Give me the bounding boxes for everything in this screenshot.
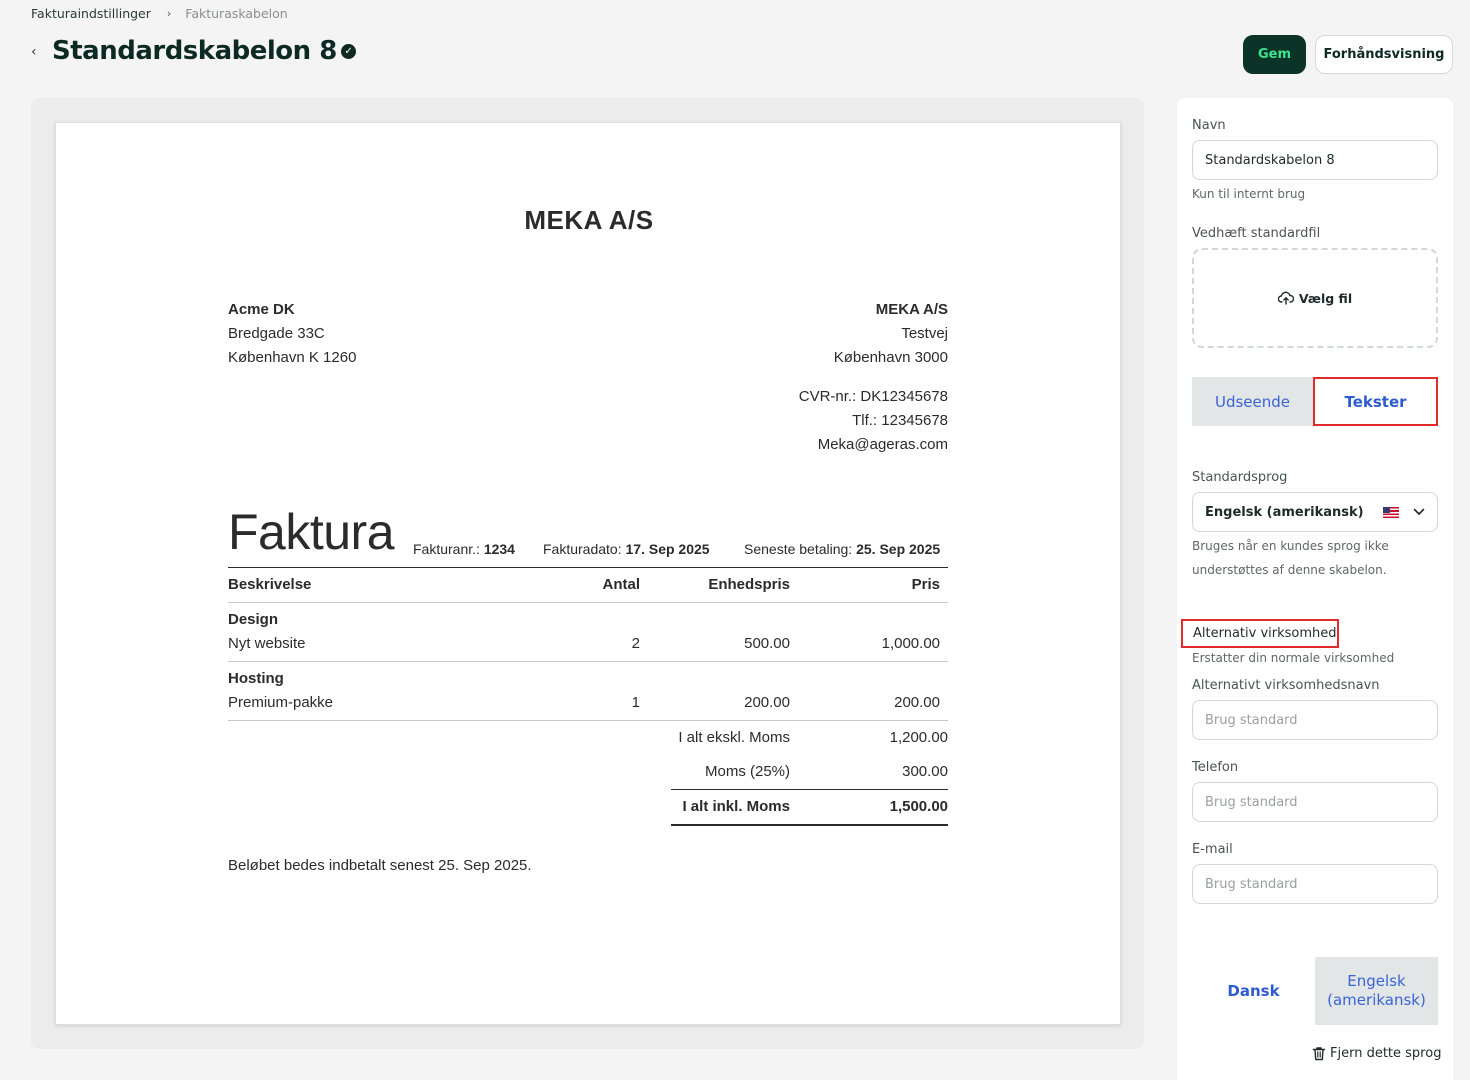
- language-select[interactable]: Engelsk (amerikansk): [1192, 492, 1438, 532]
- remove-language-label: Fjern dette sprog: [1330, 1046, 1442, 1061]
- column-header-description: Beskrivelse: [228, 576, 312, 593]
- language-select-value: Engelsk (amerikansk): [1205, 504, 1364, 520]
- tab-appearance[interactable]: Udseende: [1192, 377, 1313, 426]
- tab-group: Udseende Tekster: [1192, 377, 1438, 426]
- divider: [228, 602, 948, 603]
- subtotal-label: I alt ekskl. Moms: [678, 729, 790, 746]
- email-label: E-mail: [1192, 842, 1233, 857]
- customer-street: Bredgade 33C: [228, 325, 325, 342]
- sender-email: Meka@ageras.com: [817, 436, 948, 453]
- sender-city: København 3000: [833, 349, 948, 366]
- customer-name: Acme DK: [228, 301, 295, 318]
- line-group: Hosting: [228, 670, 284, 687]
- column-header-qty: Antal: [602, 576, 641, 593]
- phone-label: Telefon: [1192, 760, 1239, 775]
- invoice-due-value: 25. Sep 2025: [856, 541, 941, 557]
- preview-button[interactable]: Forhåndsvisning: [1315, 35, 1453, 74]
- breadcrumb: Fakturaindstillinger › Fakturaskabelon: [31, 6, 288, 21]
- invoice-number-label: Fakturanr.:: [413, 541, 480, 557]
- customer-address: Acme DK Bredgade 33C København K 1260: [228, 298, 356, 370]
- sender-phone: Tlf.: 12345678: [852, 412, 948, 429]
- phone-input[interactable]: [1192, 782, 1438, 822]
- verified-check-icon: ✓: [340, 43, 356, 59]
- cloud-upload-icon: [1277, 291, 1294, 305]
- alt-company-hint: Erstatter din normale virksomhed: [1192, 651, 1395, 665]
- page-title: Standardskabelon 8 ✓: [52, 36, 356, 66]
- line-item: Nyt website: [228, 635, 306, 652]
- sender-cvr: CVR-nr.: DK12345678: [798, 388, 948, 405]
- line-item: Premium-pakke: [228, 694, 334, 711]
- invoice-due-date: Seneste betaling: 25. Sep 2025: [744, 541, 940, 557]
- sender-contact: CVR-nr.: DK12345678 Tlf.: 12345678 Meka@…: [656, 385, 948, 457]
- divider: [671, 824, 948, 826]
- line-qty: 2: [631, 635, 640, 652]
- invoice-date-value: 17. Sep 2025: [625, 541, 710, 557]
- alt-name-label: Alternativt virksomhedsnavn: [1192, 678, 1380, 693]
- name-input[interactable]: [1192, 140, 1438, 180]
- language-label: Standardsprog: [1192, 470, 1288, 485]
- vat-value: 300.00: [902, 763, 948, 780]
- page-title-text: Standardskabelon 8: [52, 36, 337, 66]
- customer-city: København K 1260: [228, 349, 357, 366]
- name-hint: Kun til internt brug: [1192, 187, 1306, 201]
- invoice-date: Fakturadato: 17. Sep 2025: [543, 541, 710, 557]
- vat-label: Moms (25%): [704, 763, 790, 780]
- choose-file-button[interactable]: Vælg fil: [1299, 291, 1352, 306]
- sender-street: Testvej: [901, 325, 948, 342]
- sender-name: MEKA A/S: [875, 301, 948, 318]
- invoice-due-label: Seneste betaling:: [744, 541, 853, 557]
- save-button[interactable]: Gem: [1243, 35, 1306, 74]
- invoice-sheet: MEKA A/S Acme DK Bredgade 33C København …: [55, 122, 1121, 1025]
- total-label: I alt inkl. Moms: [682, 798, 790, 815]
- invoice-company-heading: MEKA A/S: [524, 205, 654, 235]
- invoice-number: Fakturanr.: 1234: [413, 541, 515, 557]
- sender-address: MEKA A/S Testvej København 3000: [656, 298, 948, 370]
- invoice-number-value: 1234: [483, 541, 515, 557]
- tab-texts[interactable]: Tekster: [1313, 377, 1438, 426]
- alt-name-input[interactable]: [1192, 700, 1438, 740]
- tab-danish[interactable]: Dansk: [1192, 957, 1315, 1025]
- divider: [228, 661, 948, 662]
- language-hint: Bruges når en kundes sprog ikke understø…: [1192, 539, 1389, 577]
- file-dropzone[interactable]: Vælg fil: [1192, 248, 1438, 348]
- column-header-unit-price: Enhedspris: [708, 576, 790, 593]
- line-group: Design: [228, 611, 279, 628]
- invoice-date-label: Fakturadato:: [543, 541, 622, 557]
- column-header-price: Pris: [911, 576, 940, 593]
- trash-icon: [1312, 1047, 1326, 1061]
- remove-language-button[interactable]: Fjern dette sprog: [1312, 1046, 1441, 1061]
- total-value: 1,500.00: [889, 798, 948, 815]
- alt-company-title: Alternativ virksomhed: [1181, 619, 1339, 648]
- divider: [228, 567, 948, 568]
- breadcrumb-root-link[interactable]: Fakturaindstillinger: [31, 6, 151, 21]
- breadcrumb-current: Fakturaskabelon: [185, 6, 288, 21]
- divider: [228, 720, 948, 721]
- invoice-heading: Faktura: [228, 504, 395, 560]
- tab-english-us[interactable]: Engelsk (amerikansk): [1315, 957, 1438, 1025]
- chevron-down-icon: [1413, 508, 1425, 515]
- divider: [671, 789, 948, 790]
- attach-label: Vedhæft standardfil: [1192, 226, 1321, 241]
- subtotal-value: 1,200.00: [889, 729, 948, 746]
- us-flag-icon: [1383, 506, 1399, 518]
- line-price: 200.00: [894, 694, 940, 711]
- line-price: 1,000.00: [881, 635, 940, 652]
- line-unit-price: 200.00: [744, 694, 790, 711]
- language-tab-group: Dansk Engelsk (amerikansk): [1192, 957, 1438, 1025]
- payment-note: Beløbet bedes indbetalt senest 25. Sep 2…: [228, 857, 532, 874]
- name-label: Navn: [1192, 118, 1226, 133]
- breadcrumb-separator-icon: ›: [166, 7, 172, 20]
- line-qty: 1: [631, 694, 640, 711]
- back-chevron-icon[interactable]: ‹: [31, 44, 41, 60]
- email-input[interactable]: [1192, 864, 1438, 904]
- line-unit-price: 500.00: [744, 635, 790, 652]
- settings-panel: [1177, 98, 1453, 1080]
